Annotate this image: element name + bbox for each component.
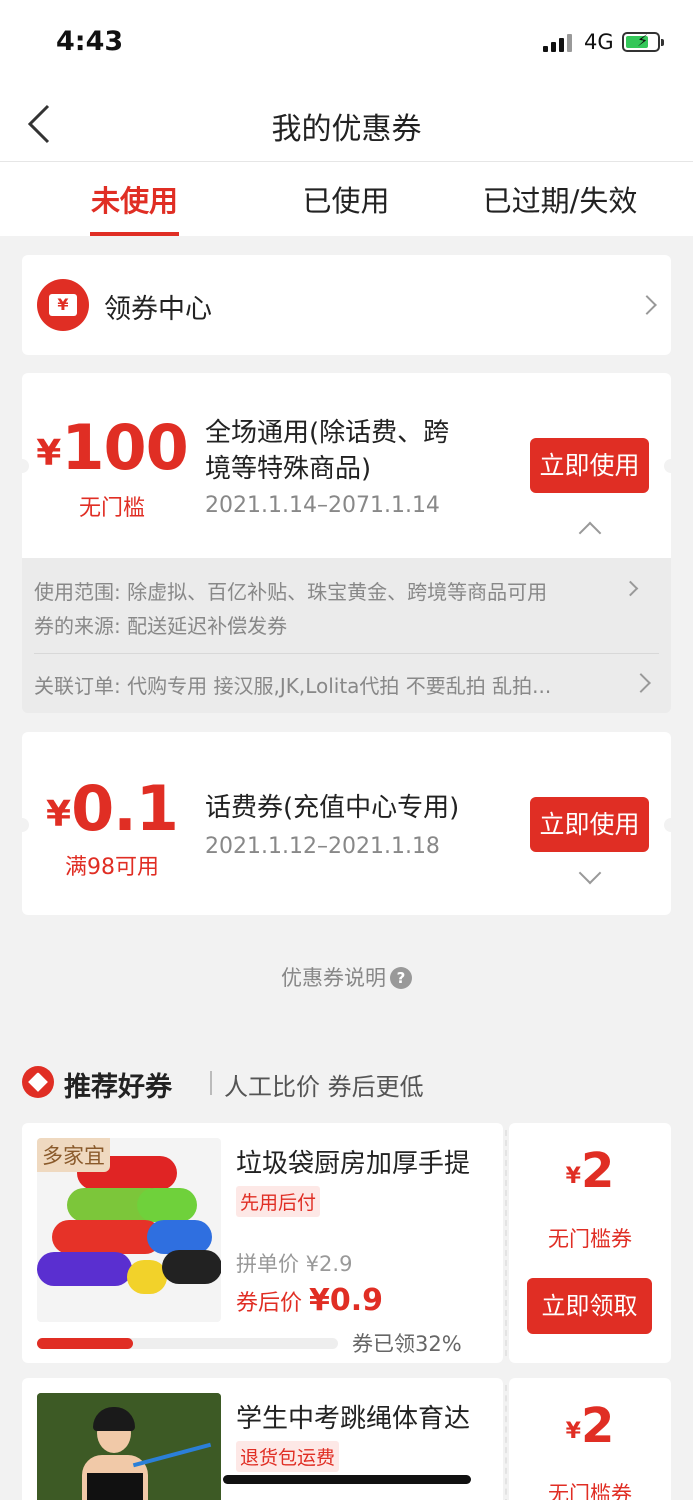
- after-price-value: ¥0.9: [309, 1283, 384, 1318]
- coupon-condition: 无门槛券: [548, 1227, 632, 1251]
- coupon-center-entry[interactable]: ¥ 领券中心: [22, 255, 671, 355]
- coupon-ticket-icon: ¥: [37, 279, 89, 331]
- product-name: 垃圾袋厨房加厚手提: [236, 1149, 471, 1179]
- coupon-title: 话费券(充值中心专用): [205, 793, 460, 823]
- coupon-center-label: 领券中心: [104, 294, 212, 325]
- after-coupon-price: 券后价 ¥0.9: [236, 1283, 383, 1318]
- currency-symbol: ¥: [46, 794, 72, 835]
- coupon-title-line: 境等特殊商品): [205, 454, 372, 484]
- claimed-progress-fill: [37, 1338, 134, 1349]
- question-circle-icon: ?: [390, 967, 412, 989]
- product-card[interactable]: 多家宜 垃圾袋厨房加厚手提 先用后付 拼单价 ¥2.9 券后价 ¥0.9 券已领…: [22, 1123, 503, 1363]
- product-tag: 先用后付: [236, 1186, 321, 1217]
- coupon-value: 0.1: [71, 772, 179, 845]
- tab-active-indicator: [90, 232, 179, 236]
- coupon-condition: 无门槛: [78, 496, 145, 521]
- product-badge: 多家宜: [37, 1138, 110, 1172]
- chevron-right-icon[interactable]: [622, 580, 639, 597]
- coupon-value: 2: [580, 1398, 615, 1454]
- use-now-button[interactable]: 立即使用: [530, 438, 649, 493]
- coupon-amount: ¥2: [509, 1398, 671, 1454]
- product-image[interactable]: 多家宜: [37, 1138, 221, 1322]
- coupon-condition: 无门槛券: [548, 1482, 632, 1500]
- product-name: 学生中考跳绳体育达: [236, 1404, 471, 1434]
- coupon-notch-right: [664, 818, 678, 832]
- order-line[interactable]: 关联订单: 代购专用 接汉服,JK,Lolita代拍 不要乱拍 乱拍...: [34, 670, 551, 699]
- currency-symbol: ¥: [565, 1419, 581, 1444]
- claimed-text: 券已领32%: [352, 1332, 462, 1356]
- order-label: 关联订单:: [34, 674, 121, 698]
- recommend-title: 推荐好券: [64, 1072, 172, 1103]
- coupon-title-line: 全场通用(除话费、跨: [205, 418, 450, 448]
- product-coupon: ¥2 无门槛券 立即领取: [509, 1123, 671, 1363]
- coupon-condition: 满98可用: [65, 855, 159, 880]
- coupon-amount: ¥0.1: [22, 772, 202, 845]
- use-now-button[interactable]: 立即使用: [530, 797, 649, 852]
- scope-value: 除虚拟、百亿补贴、珠宝黄金、跨境等商品可用: [127, 580, 548, 604]
- chevron-down-icon[interactable]: [578, 861, 602, 885]
- tab-bar: 未使用 已使用 已过期/失效: [0, 162, 693, 236]
- divider: [34, 653, 659, 654]
- recommend-subtitle: 人工比价 券后更低: [224, 1073, 424, 1101]
- coupon-date: 2021.1.12–2021.1.18: [205, 834, 440, 859]
- coupon-value: 2: [580, 1143, 615, 1199]
- nav-bar: 我的优惠券: [0, 86, 693, 162]
- coupon-value: 100: [61, 411, 188, 484]
- source-label: 券的来源:: [34, 614, 121, 638]
- claimed-progress-bar: [37, 1338, 338, 1349]
- tab-expired[interactable]: 已过期/失效: [478, 178, 642, 220]
- chevron-right-icon[interactable]: [631, 673, 651, 693]
- after-price-label: 券后价: [236, 1291, 303, 1316]
- divider: [210, 1071, 212, 1095]
- coupon-details: 使用范围: 除虚拟、百亿补贴、珠宝黄金、跨境等商品可用 券的来源: 配送延迟补偿…: [22, 558, 671, 713]
- product-tag: 退货包运费: [236, 1441, 340, 1472]
- status-time: 4:43: [56, 26, 124, 57]
- scope-line: 使用范围: 除虚拟、百亿补贴、珠宝黄金、跨境等商品可用: [34, 576, 547, 605]
- tab-unused[interactable]: 未使用: [90, 178, 179, 220]
- network-label: 4G: [584, 30, 614, 54]
- coupon-amount: ¥100: [22, 411, 202, 484]
- claim-now-button[interactable]: 立即领取: [527, 1278, 652, 1334]
- divider: [505, 1385, 507, 1500]
- coupon-notch-right: [664, 459, 678, 473]
- coupon-explanation-link[interactable]: 优惠券说明?: [0, 962, 693, 992]
- currency-symbol: ¥: [36, 433, 62, 474]
- group-price: 拼单价 ¥2.9: [236, 1252, 353, 1276]
- source-line: 券的来源: 配送延迟补偿发券: [34, 610, 287, 639]
- explain-label: 优惠券说明: [281, 966, 386, 990]
- coupon-amount: ¥2: [509, 1143, 671, 1199]
- chevron-up-icon[interactable]: [578, 521, 602, 545]
- battery-charging-icon: ⚡: [622, 31, 664, 52]
- product-coupon: ¥2 无门槛券: [509, 1378, 671, 1500]
- coupon-title: 全场通用(除话费、跨 境等特殊商品): [205, 415, 449, 487]
- coupon-card: ¥100 无门槛 全场通用(除话费、跨 境等特殊商品) 2021.1.14–20…: [15, 373, 678, 558]
- product-image[interactable]: [37, 1393, 221, 1500]
- coupon-card: ¥0.1 满98可用 话费券(充值中心专用) 2021.1.12–2021.1.…: [15, 732, 678, 915]
- currency-symbol: ¥: [565, 1164, 581, 1189]
- source-value: 配送延迟补偿发券: [127, 614, 288, 638]
- heart-icon: [22, 1066, 54, 1098]
- divider: [505, 1130, 507, 1356]
- signal-icon: [543, 34, 575, 52]
- coupon-date: 2021.1.14–2071.1.14: [205, 493, 440, 518]
- scope-label: 使用范围:: [34, 580, 121, 604]
- tab-used[interactable]: 已使用: [300, 178, 392, 220]
- chevron-right-icon: [637, 295, 657, 315]
- order-value: 代购专用 接汉服,JK,Lolita代拍 不要乱拍 乱拍...: [127, 674, 552, 698]
- status-bar: 4:43 4G ⚡: [0, 0, 693, 86]
- page-title: 我的优惠券: [271, 112, 422, 147]
- home-indicator: [223, 1475, 471, 1484]
